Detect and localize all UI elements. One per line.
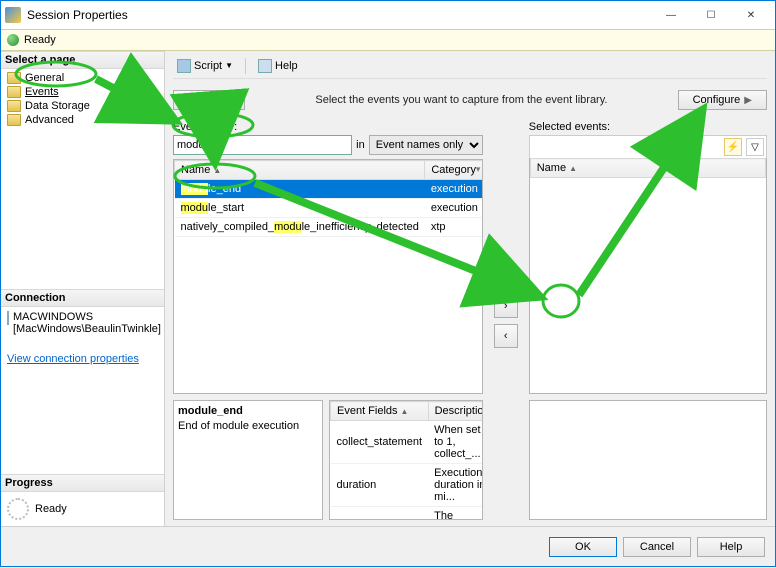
connection-block: MACWINDOWS [MacWindows\BeaulinTwinkle] V… [1, 307, 164, 475]
script-icon [177, 59, 191, 73]
page-icon [7, 72, 21, 84]
configure-button[interactable]: Configure▶ [678, 90, 767, 110]
page-icon [7, 86, 21, 98]
page-icon [7, 114, 21, 126]
lightning-icon[interactable]: ⚡ [724, 138, 742, 156]
help-button[interactable]: Help [254, 58, 302, 74]
event-fields-grid[interactable]: Event Fields▲ Description collect_statem… [329, 400, 483, 520]
filter-icon[interactable]: ▽ [746, 138, 764, 156]
filter-icon: ▾ [476, 164, 481, 175]
table-row[interactable]: collect_statementWhen set to 1, collect_… [331, 421, 483, 464]
minimize-button[interactable]: — [651, 1, 691, 29]
status-text: Ready [24, 34, 56, 46]
select-page-header: Select a page [1, 51, 164, 69]
cancel-button[interactable]: Cancel [623, 537, 691, 557]
chevron-down-icon: ▼ [225, 61, 233, 70]
table-row[interactable]: line_numberThe statement line nu... [331, 507, 483, 521]
remove-event-button[interactable]: ‹ [494, 324, 518, 348]
chevron-left-icon: ◀ [188, 95, 196, 106]
in-label: in [356, 139, 365, 151]
app-icon [5, 7, 21, 23]
spinner-icon [7, 498, 29, 520]
search-scope-select[interactable]: Event names only [369, 135, 483, 155]
server-sub: [MacWindows\BeaulinTwinkle] [13, 323, 161, 335]
server-name: MACWINDOWS [13, 311, 161, 323]
table-row[interactable]: durationExecution duration in mi... [331, 464, 483, 507]
sort-asc-icon: ▲ [401, 407, 409, 416]
chevron-right-icon: › [504, 300, 508, 312]
col-name[interactable]: Name▲ [530, 159, 765, 178]
table-row[interactable]: module_end execution Analytic [175, 180, 483, 199]
add-event-button[interactable]: › [494, 294, 518, 318]
detail-desc: End of module execution [178, 420, 318, 432]
event-detail-panel: module_end End of module execution [173, 400, 323, 520]
help-button[interactable]: Help [697, 537, 765, 557]
selected-events-grid[interactable]: Name▲ [529, 158, 767, 394]
table-row[interactable]: module_start execution Analytic [175, 199, 483, 218]
window-title: Session Properties [27, 8, 651, 22]
event-search-input[interactable] [173, 135, 352, 155]
tree-item-events[interactable]: Events [1, 85, 164, 99]
toolbar: Script▼ Help [173, 57, 767, 79]
titlebar: Session Properties — ☐ ✕ [1, 1, 775, 29]
left-pane: Select a page General Events Data Storag… [1, 51, 165, 526]
event-library-grid[interactable]: Name▲ Category▾ Channel▾ module_end exec… [173, 159, 483, 394]
progress-text: Ready [35, 503, 67, 515]
dialog-footer: OK Cancel Help [1, 526, 775, 566]
table-row[interactable]: natively_compiled_module_inefficiency_de… [175, 218, 483, 237]
progress-header: Progress [1, 474, 164, 492]
chevron-right-icon: ▶ [744, 95, 752, 106]
progress-row: Ready [1, 492, 164, 526]
connection-header: Connection [1, 289, 164, 307]
selected-events-label: Selected events: [529, 121, 767, 133]
tree-item-general[interactable]: General [1, 71, 164, 85]
page-icon [7, 100, 21, 112]
detail-name: module_end [178, 405, 318, 417]
sort-asc-icon: ▲ [213, 166, 221, 175]
status-icon [7, 34, 19, 46]
col-description[interactable]: Description [428, 402, 483, 421]
col-category[interactable]: Category▾ [425, 161, 483, 180]
ready-bar: Ready [1, 29, 775, 51]
selected-detail-panel [529, 400, 767, 520]
col-event-fields[interactable]: Event Fields▲ [331, 402, 429, 421]
page-tree: General Events Data Storage Advanced [1, 69, 164, 129]
instruction-text: Select the events you want to capture fr… [245, 94, 677, 106]
col-name[interactable]: Name▲ [175, 161, 425, 180]
tree-item-data-storage[interactable]: Data Storage [1, 99, 164, 113]
ok-button[interactable]: OK [549, 537, 617, 557]
help-icon [258, 59, 272, 73]
script-button[interactable]: Script▼ [173, 58, 237, 74]
event-library-label: Event library: [173, 121, 483, 133]
server-icon [7, 311, 9, 325]
close-button[interactable]: ✕ [731, 1, 771, 29]
chevron-left-icon: ‹ [504, 330, 508, 342]
view-connection-link[interactable]: View connection properties [7, 353, 158, 365]
selected-toolbar: ⚡ ▽ [529, 135, 767, 158]
select-back-button[interactable]: ◀Select [173, 90, 245, 110]
right-pane: Script▼ Help ◀Select Select the events y… [165, 51, 775, 526]
sort-asc-icon: ▲ [569, 164, 577, 173]
tree-item-advanced[interactable]: Advanced [1, 113, 164, 127]
maximize-button[interactable]: ☐ [691, 1, 731, 29]
